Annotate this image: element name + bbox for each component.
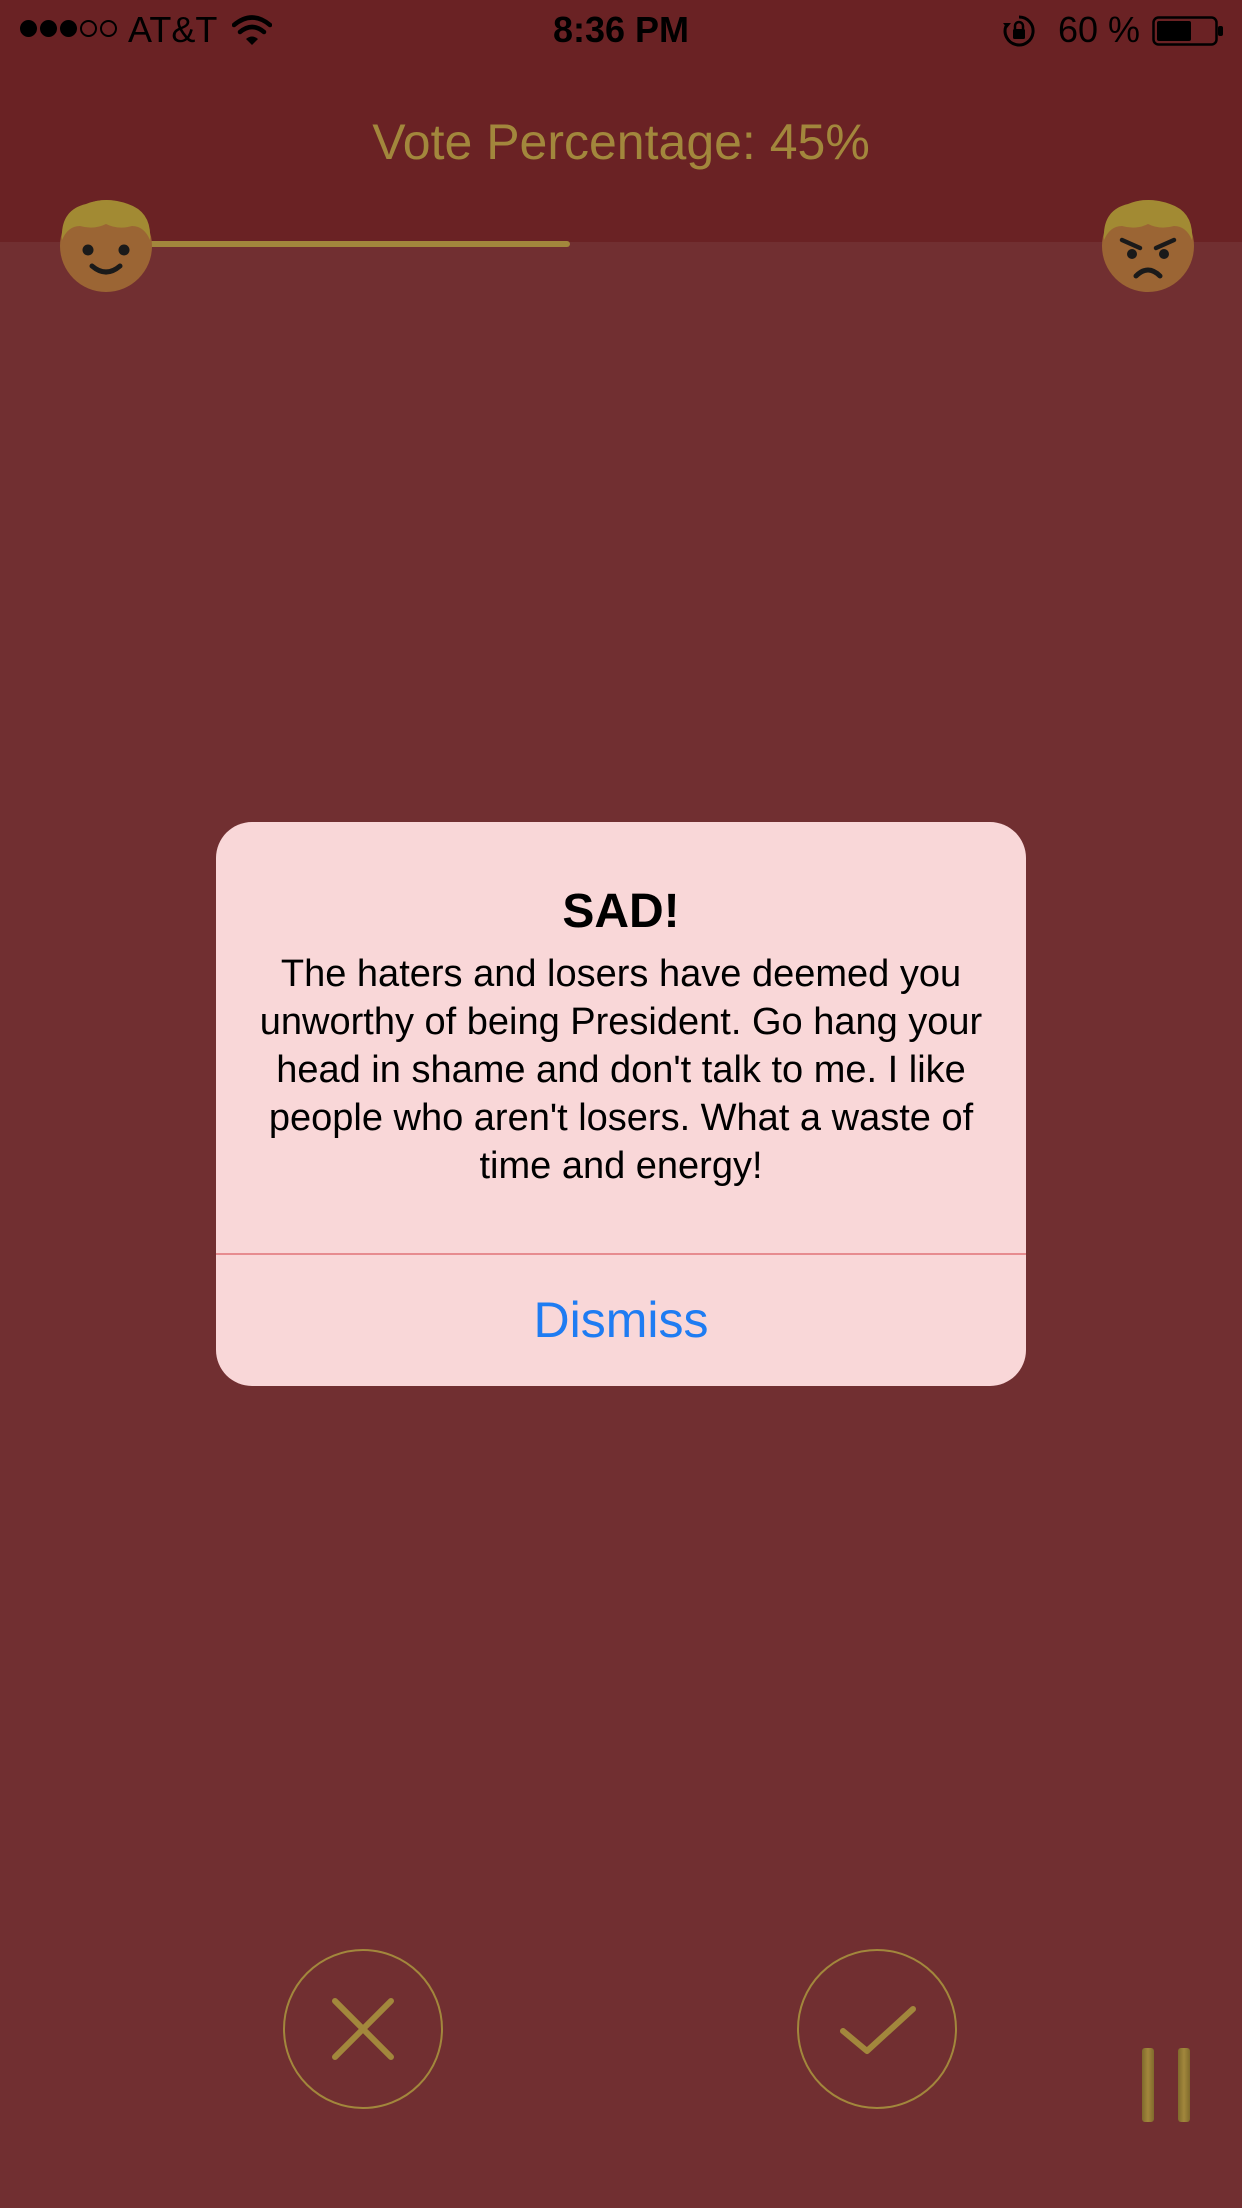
pause-icon <box>1142 2048 1154 2122</box>
accept-button[interactable] <box>797 1949 957 2109</box>
angry-face-icon <box>1102 200 1194 292</box>
happy-face-icon <box>60 200 152 292</box>
reject-button[interactable] <box>283 1949 443 2109</box>
alert-message: The haters and losers have deemed you un… <box>259 953 983 1187</box>
checkmark-icon <box>840 2006 916 2054</box>
status-time: 8:36 PM <box>552 9 690 50</box>
close-icon <box>332 1998 394 2060</box>
pause-icon-bar <box>1178 2048 1190 2122</box>
vote-progress-fill <box>106 241 570 247</box>
vote-percentage-title: Vote Percentage: 45% <box>372 114 870 170</box>
status-bar: AT&T 8:36 PM 60 % <box>0 0 1242 62</box>
battery-percentage: 60 % <box>1058 9 1141 50</box>
vote-progress-bar <box>106 241 1136 247</box>
pause-button[interactable] <box>1136 2048 1196 2122</box>
alert-dialog: SAD! The haters and losers have deemed y… <box>216 822 1026 1386</box>
battery-icon <box>1152 16 1223 46</box>
alert-title: SAD! <box>562 885 680 938</box>
dismiss-button[interactable]: Dismiss <box>216 1255 1026 1386</box>
orientation-lock-icon <box>1003 15 1035 47</box>
